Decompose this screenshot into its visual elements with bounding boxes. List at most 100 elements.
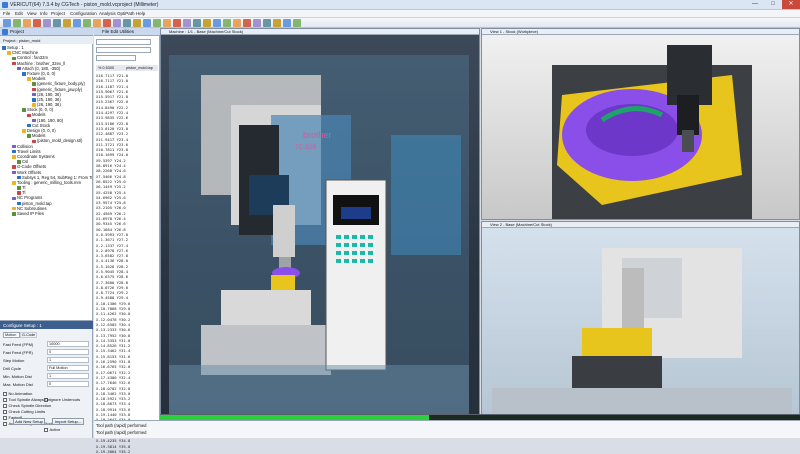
tree-node-icon bbox=[12, 144, 16, 149]
base-viewport[interactable]: View 2 - Base (Machine/Cut Stock) bbox=[481, 221, 800, 420]
tab-gcode[interactable]: G-Code bbox=[20, 332, 37, 338]
toolbar-button-icon[interactable] bbox=[143, 19, 151, 27]
toolbar-button-icon[interactable] bbox=[43, 19, 51, 27]
toolbar-button-icon[interactable] bbox=[133, 19, 141, 27]
config-field-value[interactable]: 10000 bbox=[47, 341, 89, 347]
toolbar-button-icon[interactable] bbox=[193, 19, 201, 27]
config-field-value[interactable]: Full Motion bbox=[47, 365, 89, 371]
toolbar-button-icon[interactable] bbox=[183, 19, 191, 27]
config-field-value[interactable]: 0 bbox=[47, 349, 89, 355]
toolbar-button-icon[interactable] bbox=[293, 19, 301, 27]
toolbar-button-icon[interactable] bbox=[223, 19, 231, 27]
config-field-label: Step Motion bbox=[3, 358, 25, 363]
tree-node-icon bbox=[17, 160, 21, 164]
nc-find-field[interactable] bbox=[96, 55, 136, 61]
toolbar-button-icon[interactable] bbox=[273, 19, 281, 27]
tree-node-icon bbox=[17, 66, 21, 71]
menu-project[interactable]: Project bbox=[51, 11, 65, 16]
config-field-label: Fast Feed (FPM) bbox=[3, 342, 34, 347]
tree-node-icon bbox=[27, 134, 31, 138]
minimize-button[interactable]: — bbox=[746, 0, 764, 9]
configure-title: Configure Setup : 1 bbox=[3, 322, 42, 328]
toolbar-button-icon[interactable] bbox=[53, 19, 61, 27]
toolbar-button-icon[interactable] bbox=[123, 19, 131, 27]
toolbar-button-icon[interactable] bbox=[243, 19, 251, 27]
menu-file[interactable]: File bbox=[3, 11, 10, 16]
toolbar-button-icon[interactable] bbox=[83, 19, 91, 27]
tree-node-icon bbox=[12, 155, 16, 159]
close-button[interactable]: ✕ bbox=[782, 0, 800, 9]
toolbar-button-icon[interactable] bbox=[233, 19, 241, 27]
menu-help[interactable]: Help bbox=[136, 11, 145, 16]
nc-program-panel: File Edit Utilities % 0.5300 piston_mold… bbox=[94, 28, 160, 454]
toolbar-button-icon[interactable] bbox=[163, 19, 171, 27]
toolbar-button-icon[interactable] bbox=[73, 19, 81, 27]
toolbar-button-icon[interactable] bbox=[33, 19, 41, 27]
config-checkbox[interactable]: Tool Spindle Always On bbox=[3, 397, 50, 402]
status-line-1: Tool path (rapid) performed bbox=[96, 423, 147, 428]
project-tree-header: Project bbox=[0, 28, 93, 36]
nc-file-select[interactable] bbox=[96, 39, 151, 45]
toolbar-button-icon[interactable] bbox=[63, 19, 71, 27]
tree-node-icon bbox=[22, 108, 26, 112]
menu-analysis[interactable]: Analysis bbox=[99, 11, 116, 16]
machine-viewport[interactable]: Machine : 1/1 - Base (Machine/Cut Stock)… bbox=[160, 28, 480, 420]
add-new-setup-button[interactable]: Add New Setup bbox=[13, 418, 45, 425]
config-checkbox-label: Tool Spindle Always On bbox=[8, 397, 51, 402]
toolbar-button-icon[interactable] bbox=[13, 19, 21, 27]
tree-node-icon bbox=[32, 82, 36, 86]
toolbar-button-icon[interactable] bbox=[103, 19, 111, 27]
checkbox-box-icon bbox=[3, 392, 7, 396]
menu-optipath[interactable]: OptiPath bbox=[117, 11, 135, 16]
tree-node-icon bbox=[12, 56, 16, 61]
config-checkbox[interactable]: Check Spindle Direction bbox=[3, 403, 51, 408]
menu-info[interactable]: Info bbox=[40, 11, 48, 16]
config-field-value[interactable]: 0 bbox=[47, 381, 89, 387]
toolbar-button-icon[interactable] bbox=[153, 19, 161, 27]
nc-menu-labels[interactable]: File Edit Utilities bbox=[102, 29, 134, 34]
tree-item[interactable]: Saved IP Files bbox=[2, 211, 92, 216]
config-field: Fast Feed (FPR) 0 bbox=[3, 349, 91, 356]
tree-item-label: (piston_mold_design.stl) bbox=[37, 138, 83, 144]
project-icon bbox=[2, 29, 8, 35]
toolbar-button-icon[interactable] bbox=[213, 19, 221, 27]
project-tab-label[interactable]: Project bbox=[10, 29, 24, 34]
nc-first-line: % 0.5300 bbox=[98, 65, 115, 70]
tree-item[interactable]: Tooling : generic_milling_tools.mm bbox=[2, 180, 92, 185]
configure-header: Configure Setup : 1 bbox=[0, 321, 93, 329]
maximize-button[interactable]: □ bbox=[764, 0, 782, 9]
toolbar-button-icon[interactable] bbox=[173, 19, 181, 27]
tab-motion[interactable]: Motion bbox=[3, 332, 20, 338]
config-field: Drill Cycle Full Motion bbox=[3, 365, 91, 372]
checkbox-box-icon bbox=[3, 410, 7, 414]
config-checkbox[interactable]: Check Cutting Limits bbox=[3, 409, 45, 414]
menu-configuration[interactable]: Configuration bbox=[70, 11, 97, 16]
toolbar-button-icon[interactable] bbox=[93, 19, 101, 27]
toolbar-button-icon[interactable] bbox=[23, 19, 31, 27]
toolbar-button-icon[interactable] bbox=[263, 19, 271, 27]
stock-viewport[interactable]: View 1 - Stock (Workpiece) bbox=[481, 28, 800, 220]
tree-node-icon bbox=[27, 113, 31, 118]
config-field: Max. Motion Dist 0 bbox=[3, 381, 91, 388]
nc-code-lines[interactable]: X16.7117 Y21.0 X16.7117 Y21.0 X16.1187 Y21… bbox=[96, 73, 156, 454]
toolbar-button-icon[interactable] bbox=[3, 19, 11, 27]
nc-file-tab[interactable]: % 0.5300 piston_mold.tap bbox=[96, 65, 158, 71]
menu-edit[interactable]: Edit bbox=[15, 11, 23, 16]
tree-node-icon bbox=[32, 139, 36, 144]
config-checkbox[interactable]: No Animation bbox=[3, 391, 32, 396]
nc-code-line[interactable]: X-19.3064 Y35.2 bbox=[96, 449, 156, 454]
toolbar-button-icon[interactable] bbox=[203, 19, 211, 27]
checkbox-box-icon bbox=[3, 398, 7, 402]
menu-view[interactable]: View bbox=[27, 11, 37, 16]
config-field-label: Drill Cycle bbox=[3, 366, 21, 371]
project-tree[interactable]: Setup : 1 CNC Machine Control : fan32m Mach… bbox=[2, 45, 92, 216]
import-setup-button[interactable]: Import Setup... bbox=[52, 418, 84, 425]
config-field-value[interactable]: 1 bbox=[47, 357, 89, 363]
config-field-value[interactable]: 1 bbox=[47, 373, 89, 379]
config-checkbox[interactable]: Active bbox=[44, 427, 60, 432]
toolbar-button-icon[interactable] bbox=[283, 19, 291, 27]
nc-program-select[interactable] bbox=[96, 47, 151, 53]
toolbar-button-icon[interactable] bbox=[113, 19, 121, 27]
config-checkbox-label: Check Spindle Direction bbox=[8, 403, 52, 408]
toolbar-button-icon[interactable] bbox=[253, 19, 261, 27]
